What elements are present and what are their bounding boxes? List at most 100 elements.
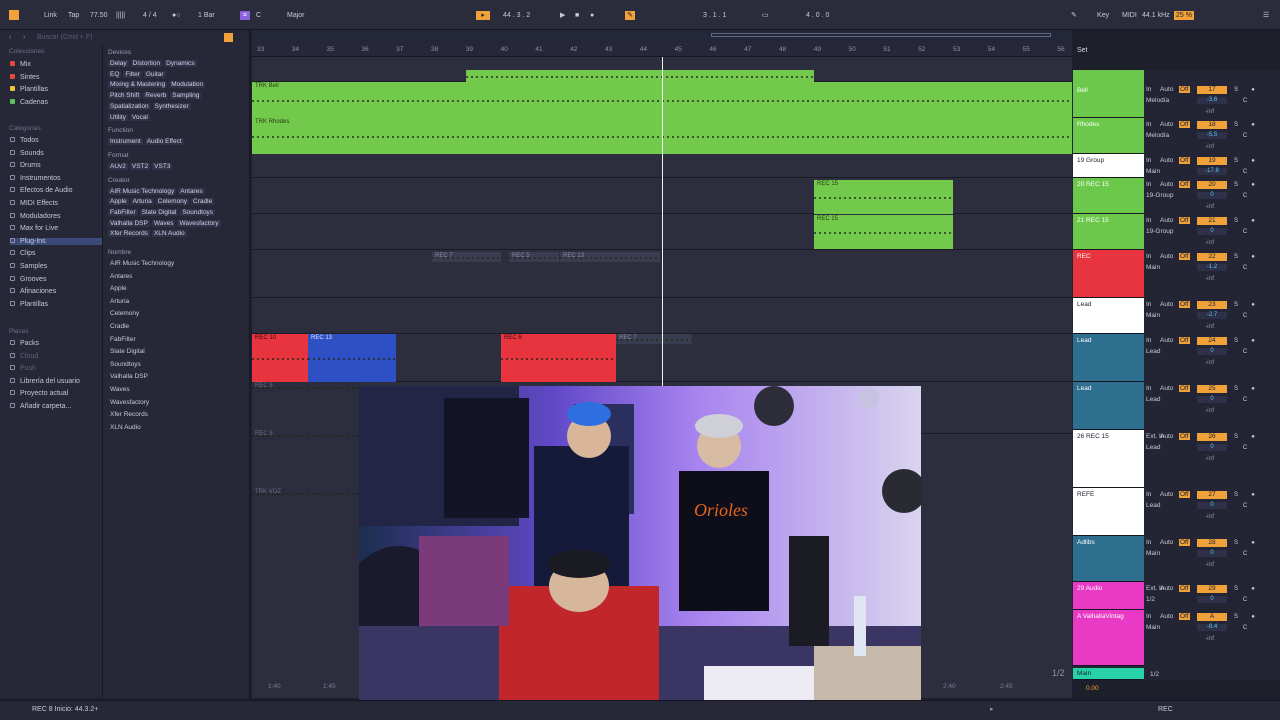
plugin-folder-item[interactable]: Xfer Records <box>110 411 148 418</box>
monitor-off-button[interactable]: Off <box>1179 181 1190 188</box>
plugin-folder-item[interactable]: Celemony <box>110 310 139 317</box>
collection-item[interactable]: Mix <box>10 61 31 68</box>
send-value[interactable]: -inf <box>1205 275 1214 282</box>
monitor-auto-button[interactable]: Auto <box>1160 181 1173 188</box>
follow-icon[interactable]: ●○ <box>172 11 180 20</box>
track-name[interactable]: 19 Group <box>1077 157 1104 164</box>
filter-tag[interactable]: Apple <box>108 198 129 206</box>
category-item[interactable]: Clips <box>10 250 36 257</box>
send-value[interactable]: -inf <box>1205 513 1214 520</box>
solo-button[interactable]: S <box>1232 121 1240 129</box>
track-number[interactable]: 18 <box>1197 121 1227 129</box>
menu-icon[interactable] <box>9 10 19 20</box>
arm-icon[interactable]: ● <box>1249 217 1257 225</box>
draw-mode-icon[interactable]: ✎ <box>1071 11 1077 20</box>
metronome-icon[interactable]: ||||| <box>116 11 125 20</box>
track-name[interactable]: 21 REC 15 <box>1077 217 1109 224</box>
volume-field[interactable]: 0 <box>1197 228 1227 235</box>
plugin-folder-item[interactable]: Apple <box>110 285 127 292</box>
arm-icon[interactable]: ● <box>1249 86 1257 94</box>
collection-item[interactable]: Plantillas <box>10 86 48 93</box>
monitor-auto-button[interactable]: Auto <box>1160 301 1173 308</box>
plugin-folder-item[interactable]: Valhalla DSP <box>110 373 148 380</box>
place-item[interactable]: Librería del usuario <box>10 377 80 385</box>
loop-brace[interactable] <box>711 33 1051 37</box>
track-header[interactable]: Lead <box>1073 334 1144 382</box>
input-type-select[interactable]: In <box>1146 86 1151 93</box>
arm-icon[interactable]: ● <box>1249 585 1257 593</box>
volume-field[interactable]: -5.5 <box>1197 132 1227 139</box>
track-name[interactable]: Lead <box>1077 337 1091 344</box>
output-routing-select[interactable]: Main <box>1146 624 1160 631</box>
volume-field[interactable]: -8.4 <box>1197 624 1227 631</box>
filter-group-header[interactable]: Format <box>108 152 129 159</box>
volume-field[interactable]: -3.6 <box>1197 97 1227 104</box>
plugin-folder-item[interactable]: Wavesfactory <box>110 399 149 406</box>
send-value[interactable]: -inf <box>1205 108 1214 115</box>
monitor-auto-button[interactable]: Auto <box>1160 385 1173 392</box>
input-type-select[interactable]: In <box>1146 217 1151 224</box>
quantize-select[interactable]: 1 Bar <box>198 11 215 20</box>
pan-knob[interactable]: C <box>1241 168 1249 176</box>
filter-tag[interactable]: Delay <box>108 60 129 67</box>
volume-field[interactable]: -17.8 <box>1197 168 1227 175</box>
monitor-off-button[interactable]: Off <box>1179 86 1190 93</box>
audio-clip[interactable]: REC 8 <box>252 382 359 392</box>
input-type-select[interactable]: In <box>1146 121 1151 128</box>
monitor-off-button[interactable]: Off <box>1179 433 1190 440</box>
beat-ruler[interactable]: 33 34 35 36 37 38 39 40 41 42 43 44 45 46 47 48 49 50 51 52… <box>252 43 1072 57</box>
send-value[interactable]: -inf <box>1205 455 1214 462</box>
place-item[interactable]: Push <box>10 365 36 372</box>
pan-knob[interactable]: C <box>1241 596 1249 604</box>
monitor-auto-button[interactable]: Auto <box>1160 433 1173 440</box>
filter-tag[interactable]: Wavesfactory <box>177 219 221 227</box>
plugin-folder-item[interactable]: FabFilter <box>110 336 136 343</box>
input-type-select[interactable]: In <box>1146 157 1151 164</box>
filter-tag[interactable]: Cradle <box>191 198 215 206</box>
audio-clip[interactable]: REC 15 <box>814 215 953 249</box>
input-type-select[interactable]: In <box>1146 385 1151 392</box>
monitor-off-button[interactable]: Off <box>1179 613 1190 620</box>
filter-tag[interactable]: Modulation <box>169 81 206 89</box>
track-name[interactable]: REC <box>1077 253 1091 260</box>
volume-field[interactable]: 0 <box>1197 192 1227 199</box>
audio-clip[interactable] <box>466 70 814 82</box>
song-position[interactable]: 44 . 3 . 2 <box>503 11 530 20</box>
key-map-button[interactable]: Key <box>1097 11 1109 20</box>
track-header[interactable]: Lead <box>1073 382 1144 430</box>
track-number[interactable]: 19 <box>1197 157 1227 165</box>
track-number[interactable]: 20 <box>1197 181 1227 189</box>
midi-map-button[interactable]: MIDI <box>1122 11 1137 20</box>
output-routing-select[interactable]: Main <box>1146 312 1160 319</box>
track-name[interactable]: 26 REC 15 <box>1077 433 1109 440</box>
arm-icon[interactable]: ● <box>1249 121 1257 129</box>
track-header[interactable]: A ValhallaVintag <box>1073 610 1144 666</box>
category-item[interactable]: Moduladores <box>10 212 60 220</box>
category-item[interactable]: Plug-Ins <box>10 237 102 245</box>
track-number[interactable]: 28 <box>1197 539 1227 547</box>
solo-button[interactable]: S <box>1232 181 1240 189</box>
volume-field[interactable]: 0 <box>1197 396 1227 403</box>
track-number[interactable]: 17 <box>1197 86 1227 94</box>
arm-icon[interactable]: ● <box>1249 433 1257 441</box>
track-number[interactable]: 29 <box>1197 585 1227 593</box>
track-header[interactable]: 26 REC 15 <box>1073 430 1144 488</box>
send-value[interactable]: -inf <box>1205 407 1214 414</box>
category-item[interactable]: Efectos de Audio <box>10 187 73 194</box>
send-value[interactable]: -inf <box>1205 561 1214 568</box>
solo-button[interactable]: S <box>1232 301 1240 309</box>
tempo-field[interactable]: 77.50 <box>90 11 108 20</box>
filter-tag[interactable]: FabFilter <box>108 209 138 216</box>
input-type-select[interactable]: In <box>1146 539 1151 546</box>
pan-knob[interactable]: C <box>1241 396 1249 404</box>
output-routing-select[interactable]: 1/2 <box>1146 596 1155 603</box>
track-name[interactable]: REFE <box>1077 491 1094 498</box>
monitor-off-button[interactable]: Off <box>1179 217 1190 224</box>
track-number[interactable]: 22 <box>1197 253 1227 261</box>
master-volume[interactable]: 0.00 <box>1086 685 1099 692</box>
track-number[interactable]: 26 <box>1197 433 1227 441</box>
stop-icon[interactable]: ■ <box>575 11 579 20</box>
filter-tag[interactable]: Vocal <box>129 113 150 121</box>
scroll-arrow-icon[interactable]: ▸ <box>990 705 994 713</box>
track-number[interactable]: 21 <box>1197 217 1227 225</box>
